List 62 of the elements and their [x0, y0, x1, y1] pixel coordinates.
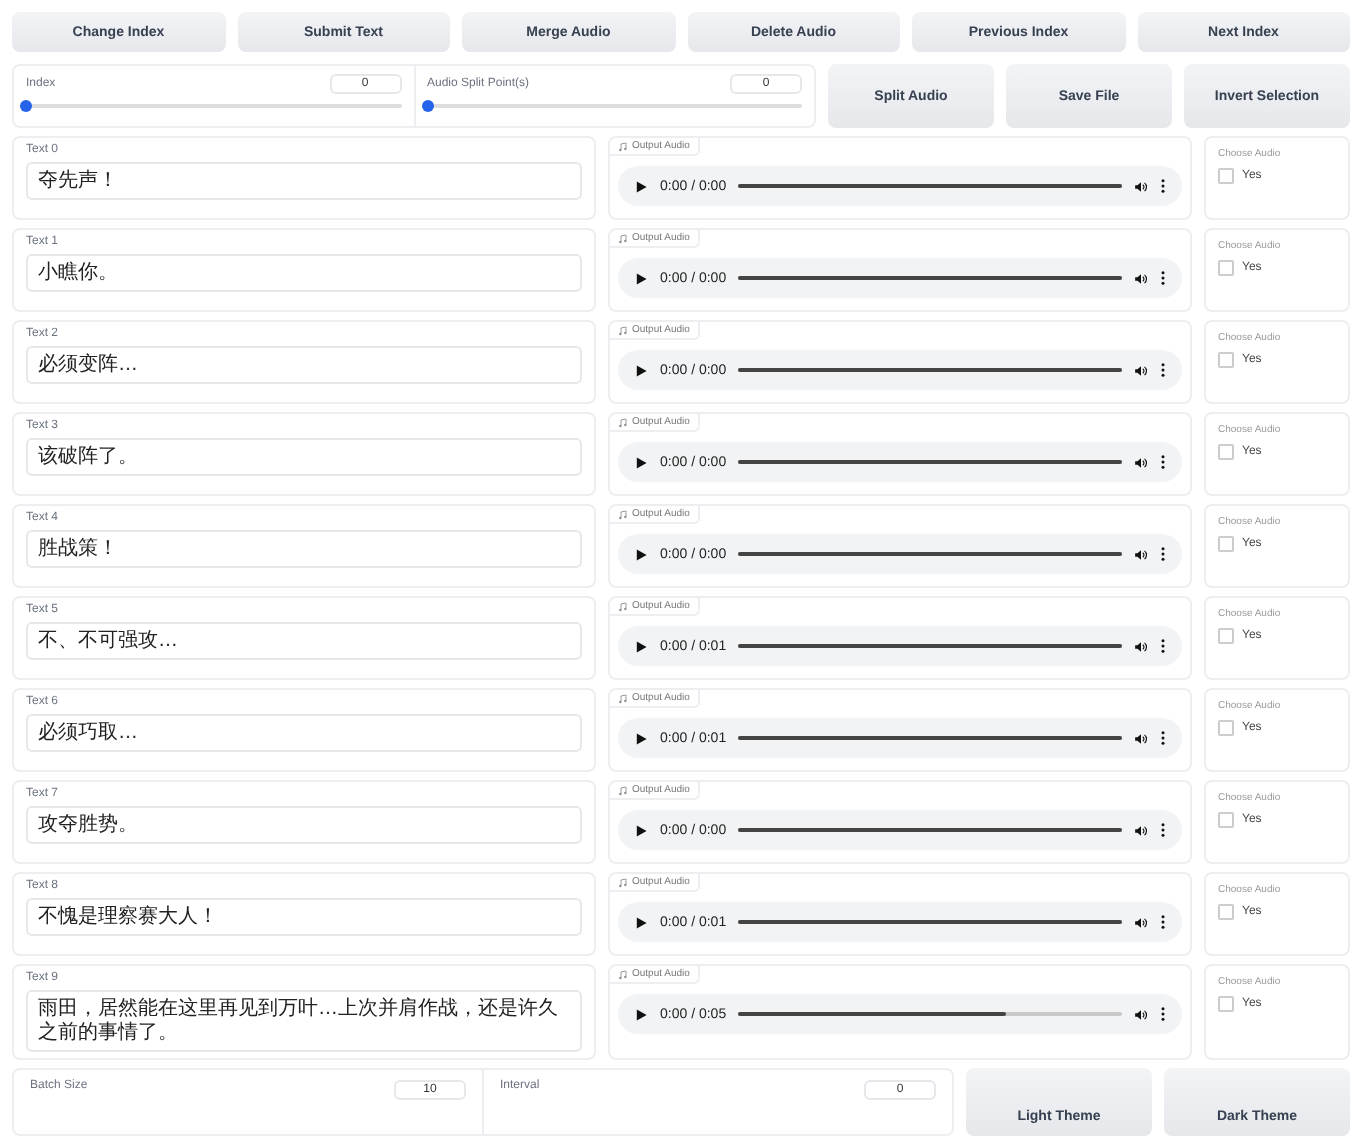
more-icon[interactable] [1160, 730, 1166, 746]
checkbox[interactable] [1218, 904, 1234, 920]
music-note-icon [618, 877, 628, 887]
music-note-icon [618, 601, 628, 611]
text-area[interactable]: 必须巧取… [26, 714, 582, 752]
music-note-icon [618, 233, 628, 243]
music-note-icon [618, 417, 628, 427]
music-note-icon [618, 969, 628, 979]
more-icon[interactable] [1160, 638, 1166, 654]
more-icon[interactable] [1160, 454, 1166, 470]
music-note-icon [618, 141, 628, 151]
more-icon[interactable] [1160, 178, 1166, 194]
more-icon[interactable] [1160, 546, 1166, 562]
volume-icon[interactable] [1134, 1007, 1148, 1021]
volume-icon[interactable] [1134, 179, 1148, 193]
music-note-icon [618, 509, 628, 519]
text-area[interactable]: 夺先声！ [26, 162, 582, 200]
slider-thumb[interactable] [20, 100, 32, 112]
play-icon[interactable] [634, 1007, 648, 1021]
volume-icon[interactable] [1134, 731, 1148, 745]
volume-icon[interactable] [1134, 547, 1148, 561]
checkbox[interactable] [1218, 168, 1234, 184]
checkbox[interactable] [1218, 260, 1234, 276]
checkbox[interactable] [1218, 720, 1234, 736]
checkbox[interactable] [1218, 352, 1234, 368]
more-icon[interactable] [1160, 822, 1166, 838]
text-area[interactable]: 不愧是理察赛大人！ [26, 898, 582, 936]
text-area[interactable]: 胜战策！ [26, 530, 582, 568]
text-area[interactable]: 该破阵了。 [26, 438, 582, 476]
checkbox[interactable] [1218, 536, 1234, 552]
checkbox[interactable] [1218, 996, 1234, 1012]
text-area[interactable]: 雨田，居然能在这里再见到万叶…上次并肩作战，还是许久之前的事情了。 [26, 990, 582, 1052]
checkbox[interactable] [1218, 444, 1234, 460]
text-area[interactable]: 小瞧你。 [26, 254, 582, 292]
checkbox[interactable] [1218, 628, 1234, 644]
text-area[interactable]: 必须变阵… [26, 346, 582, 384]
text-area[interactable]: 攻夺胜势。 [26, 806, 582, 844]
play-icon[interactable] [634, 179, 648, 193]
volume-icon[interactable] [1134, 823, 1148, 837]
play-icon[interactable] [634, 823, 648, 837]
volume-icon[interactable] [1134, 363, 1148, 377]
music-note-icon [618, 693, 628, 703]
play-icon[interactable] [634, 915, 648, 929]
more-icon[interactable] [1160, 270, 1166, 286]
play-icon[interactable] [634, 271, 648, 285]
volume-icon[interactable] [1134, 915, 1148, 929]
more-icon[interactable] [1160, 914, 1166, 930]
more-icon[interactable] [1160, 1006, 1166, 1022]
music-note-icon [618, 785, 628, 795]
play-icon[interactable] [634, 547, 648, 561]
play-icon[interactable] [634, 639, 648, 653]
play-icon[interactable] [634, 455, 648, 469]
checkbox[interactable] [1218, 812, 1234, 828]
more-icon[interactable] [1160, 362, 1166, 378]
volume-icon[interactable] [1134, 271, 1148, 285]
play-icon[interactable] [634, 363, 648, 377]
play-icon[interactable] [634, 731, 648, 745]
volume-icon[interactable] [1134, 455, 1148, 469]
volume-icon[interactable] [1134, 639, 1148, 653]
music-note-icon [618, 325, 628, 335]
slider-thumb[interactable] [421, 100, 433, 112]
text-area[interactable]: 不、不可强攻… [26, 622, 582, 660]
